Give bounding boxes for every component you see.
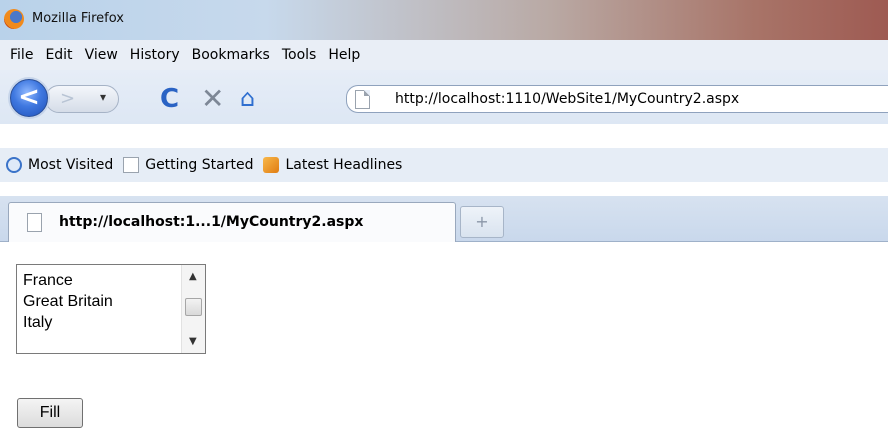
address-url[interactable]: http://localhost:1110/WebSite1/MyCountry…: [395, 91, 739, 107]
window-title-bar[interactable]: Mozilla Firefox: [0, 0, 888, 40]
menu-tools[interactable]: Tools: [276, 47, 323, 63]
scrollbar-thumb[interactable]: [185, 298, 202, 316]
menu-view[interactable]: View: [79, 47, 124, 63]
bookmark-getting-started[interactable]: Getting Started: [123, 157, 253, 173]
home-icon[interactable]: ⌂: [240, 84, 255, 112]
navigation-toolbar: > ▾ < C ✕ ⌂ http://localhost:1110/WebSit…: [0, 70, 888, 124]
window-title: Mozilla Firefox: [32, 11, 124, 26]
address-bar[interactable]: http://localhost:1110/WebSite1/MyCountry…: [346, 85, 888, 113]
fill-button[interactable]: Fill: [17, 398, 83, 428]
menu-edit[interactable]: Edit: [39, 47, 78, 63]
listbox-options: France Great Britain Italy: [23, 270, 113, 333]
bookmark-label: Most Visited: [28, 157, 114, 173]
back-button[interactable]: <: [10, 79, 48, 117]
scroll-up-arrow-icon[interactable]: ▲: [189, 271, 197, 282]
forward-arrow-icon: >: [60, 88, 76, 109]
tab-title: http://localhost:1...1/MyCountry2.aspx: [59, 214, 364, 230]
bookmark-most-visited[interactable]: Most Visited: [6, 157, 113, 173]
list-item[interactable]: Great Britain: [23, 291, 113, 312]
back-arrow-icon: <: [18, 82, 40, 112]
history-dropdown-icon[interactable]: ▾: [100, 90, 106, 104]
bookmark-label: Latest Headlines: [285, 157, 403, 173]
country-listbox[interactable]: France Great Britain Italy ▲ ▼: [16, 264, 206, 354]
bookmark-label: Getting Started: [145, 157, 254, 173]
site-page-icon: [355, 90, 370, 109]
bookmarks-toolbar: Most Visited Getting Started Latest Head…: [0, 148, 888, 182]
list-item[interactable]: Italy: [23, 312, 113, 333]
scroll-down-arrow-icon[interactable]: ▼: [189, 336, 197, 347]
menu-history[interactable]: History: [124, 47, 186, 63]
menu-help[interactable]: Help: [322, 47, 366, 63]
menu-bookmarks[interactable]: Bookmarks: [186, 47, 276, 63]
page-icon: [123, 157, 140, 173]
bookmark-latest-headlines[interactable]: Latest Headlines: [263, 157, 402, 173]
list-item[interactable]: France: [23, 270, 113, 291]
reload-icon[interactable]: C: [160, 84, 179, 114]
firefox-logo-icon: [4, 9, 24, 29]
search-icon: [6, 157, 22, 173]
menu-file[interactable]: File: [4, 47, 39, 63]
listbox-scrollbar[interactable]: ▲ ▼: [181, 265, 205, 353]
new-tab-button[interactable]: +: [460, 206, 504, 238]
plus-icon: +: [475, 212, 489, 231]
menu-bar: File Edit View History Bookmarks Tools H…: [0, 40, 888, 70]
forward-button[interactable]: > ▾: [45, 85, 119, 113]
tab-mycountry2[interactable]: http://localhost:1...1/MyCountry2.aspx: [8, 202, 456, 242]
rss-icon: [263, 157, 280, 173]
stop-icon[interactable]: ✕: [201, 82, 224, 115]
page-icon: [27, 213, 42, 232]
tab-strip: http://localhost:1...1/MyCountry2.aspx +: [0, 196, 888, 242]
